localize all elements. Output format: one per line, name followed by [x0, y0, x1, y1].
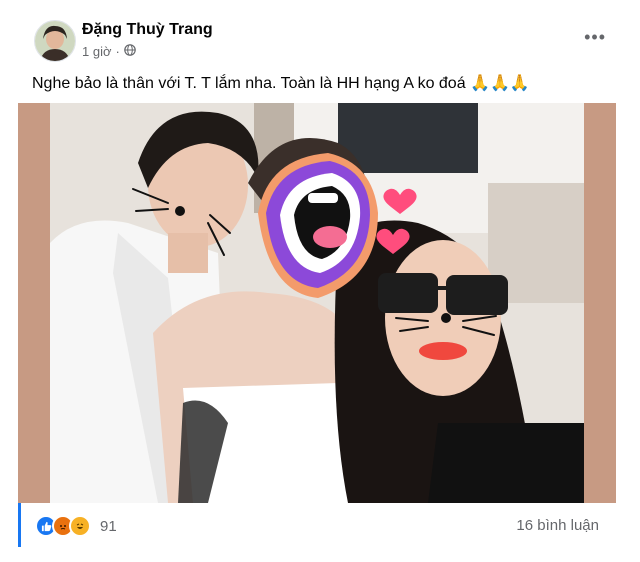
post-meta: 1 giờ ·	[82, 44, 136, 59]
post-photo[interactable]	[18, 103, 616, 503]
more-options-icon[interactable]: •••	[584, 28, 606, 46]
globe-icon	[124, 44, 136, 59]
haha-icon	[69, 515, 91, 537]
reaction-summary[interactable]: 91	[35, 515, 117, 537]
meta-separator: ·	[115, 44, 120, 59]
post-footer: 91 16 bình luận	[18, 503, 621, 547]
post-text: Nghe bảo là thân với T. T lắm nha. Toàn …	[32, 75, 530, 92]
author-avatar[interactable]	[34, 20, 76, 62]
post-card: Đặng Thuỳ Trang 1 giờ · ••• Nghe bảo là …	[18, 0, 622, 548]
comment-count[interactable]: 16 bình luận	[516, 517, 599, 534]
reaction-count[interactable]: 91	[100, 518, 117, 535]
author-name[interactable]: Đặng Thuỳ Trang	[82, 21, 213, 39]
post-time[interactable]: 1 giờ	[82, 44, 112, 59]
